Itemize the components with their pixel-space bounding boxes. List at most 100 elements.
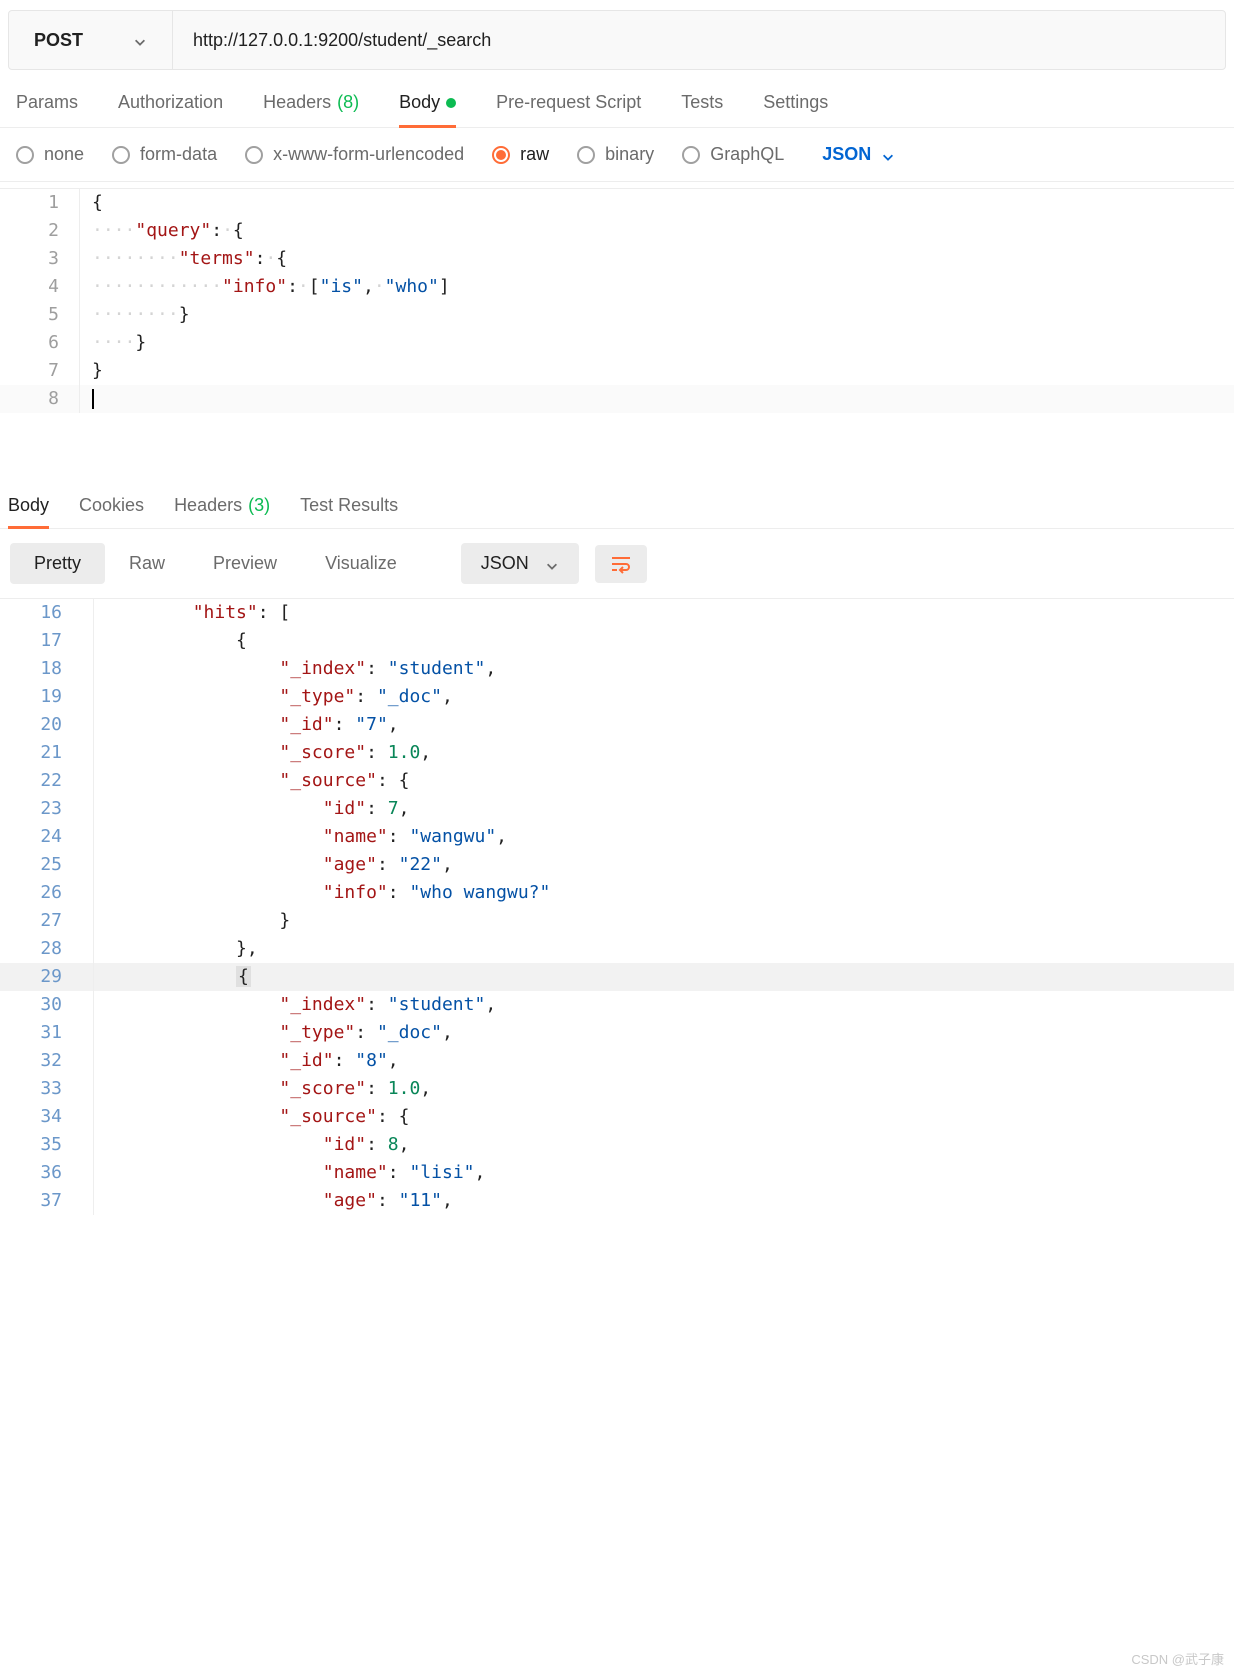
line-number: 30 — [0, 991, 80, 1019]
watermark: CSDN @武子康 — [1131, 1649, 1224, 1668]
fold-gutter[interactable] — [80, 1047, 94, 1075]
line-number: 6 — [0, 329, 80, 357]
response-line: 32 "_id": "8", — [0, 1047, 1234, 1075]
tab-settings[interactable]: Settings — [763, 92, 828, 127]
fold-gutter[interactable] — [80, 739, 94, 767]
response-format-select[interactable]: JSON — [461, 543, 579, 584]
response-body-editor[interactable]: 16 "hits": [17 {18 "_index": "student",1… — [0, 599, 1234, 1215]
line-number: 21 — [0, 739, 80, 767]
response-line: 21 "_score": 1.0, — [0, 739, 1234, 767]
tab-tests[interactable]: Tests — [681, 92, 723, 127]
fold-gutter[interactable] — [80, 1187, 94, 1215]
fold-gutter[interactable] — [80, 1131, 94, 1159]
radio-formdata[interactable]: form-data — [112, 144, 217, 165]
line-number: 20 — [0, 711, 80, 739]
resp-headers-count: (3) — [248, 495, 270, 516]
fold-gutter[interactable] — [80, 1103, 94, 1131]
response-line: 27 } — [0, 907, 1234, 935]
fold-gutter[interactable] — [80, 1019, 94, 1047]
request-body-editor[interactable]: 1{ 2····"query":·{ 3········"terms":·{ 4… — [0, 188, 1234, 413]
response-line: 35 "id": 8, — [0, 1131, 1234, 1159]
response-line: 16 "hits": [ — [0, 599, 1234, 627]
radio-icon — [682, 146, 700, 164]
fold-gutter[interactable] — [80, 963, 94, 991]
text-caret — [92, 389, 94, 409]
body-format-select[interactable]: JSON — [822, 144, 895, 165]
tab-headers[interactable]: Headers (8) — [263, 92, 359, 127]
fold-gutter[interactable] — [80, 935, 94, 963]
response-tabs: Body Cookies Headers (3) Test Results — [0, 473, 1234, 529]
fold-gutter[interactable] — [80, 991, 94, 1019]
code-content: "_type": "_doc", — [94, 1019, 1234, 1047]
url-input[interactable] — [173, 11, 1225, 69]
code-content: "age": "22", — [94, 851, 1234, 879]
tab-params[interactable]: Params — [16, 92, 78, 127]
response-view-row: Pretty Raw Preview Visualize JSON — [0, 529, 1234, 599]
response-line: 20 "_id": "7", — [0, 711, 1234, 739]
fold-gutter[interactable] — [80, 795, 94, 823]
tab-prerequest[interactable]: Pre-request Script — [496, 92, 641, 127]
line-number: 3 — [0, 245, 80, 273]
response-line: 33 "_score": 1.0, — [0, 1075, 1234, 1103]
response-line: 36 "name": "lisi", — [0, 1159, 1234, 1187]
response-line: 18 "_index": "student", — [0, 655, 1234, 683]
request-tabs: Params Authorization Headers (8) Body Pr… — [0, 70, 1234, 128]
fold-gutter[interactable] — [80, 823, 94, 851]
body-type-row: none form-data x-www-form-urlencoded raw… — [0, 128, 1234, 182]
fold-gutter[interactable] — [80, 1075, 94, 1103]
fold-gutter[interactable] — [80, 655, 94, 683]
line-number: 4 — [0, 273, 80, 301]
resp-tab-body[interactable]: Body — [8, 495, 49, 528]
response-line: 37 "age": "11", — [0, 1187, 1234, 1215]
code-content: "name": "lisi", — [94, 1159, 1234, 1187]
code-content: "_type": "_doc", — [94, 683, 1234, 711]
fold-gutter[interactable] — [80, 683, 94, 711]
line-number: 17 — [0, 627, 80, 655]
fold-gutter[interactable] — [80, 1159, 94, 1187]
line-number: 33 — [0, 1075, 80, 1103]
radio-raw[interactable]: raw — [492, 144, 549, 165]
view-visualize[interactable]: Visualize — [301, 543, 421, 584]
wrap-icon — [609, 553, 633, 575]
resp-tab-test-results[interactable]: Test Results — [300, 495, 398, 528]
radio-urlencoded[interactable]: x-www-form-urlencoded — [245, 144, 464, 165]
tab-body-label: Body — [399, 92, 440, 113]
fold-gutter[interactable] — [80, 907, 94, 935]
line-number: 16 — [0, 599, 80, 627]
fold-gutter[interactable] — [80, 767, 94, 795]
code-content: { — [94, 963, 1234, 991]
radio-icon-selected — [492, 146, 510, 164]
fold-gutter[interactable] — [80, 627, 94, 655]
response-line: 34 "_source": { — [0, 1103, 1234, 1131]
resp-tab-headers[interactable]: Headers (3) — [174, 495, 270, 528]
radio-none[interactable]: none — [16, 144, 84, 165]
fold-gutter[interactable] — [80, 599, 94, 627]
code-content: "hits": [ — [94, 599, 1234, 627]
radio-graphql[interactable]: GraphQL — [682, 144, 784, 165]
code-content: "_index": "student", — [94, 991, 1234, 1019]
code-content: "age": "11", — [94, 1187, 1234, 1215]
chevron-down-icon — [133, 33, 147, 47]
code-content: "_index": "student", — [94, 655, 1234, 683]
tab-authorization[interactable]: Authorization — [118, 92, 223, 127]
view-preview[interactable]: Preview — [189, 543, 301, 584]
response-line: 19 "_type": "_doc", — [0, 683, 1234, 711]
code-content: "id": 8, — [94, 1131, 1234, 1159]
response-line: 24 "name": "wangwu", — [0, 823, 1234, 851]
tab-body[interactable]: Body — [399, 92, 456, 127]
http-method-select[interactable]: POST — [9, 11, 173, 69]
resp-tab-cookies[interactable]: Cookies — [79, 495, 144, 528]
code-content: "_score": 1.0, — [94, 739, 1234, 767]
line-number: 1 — [0, 189, 80, 217]
wrap-lines-button[interactable] — [595, 545, 647, 583]
view-raw[interactable]: Raw — [105, 543, 189, 584]
response-line: 17 { — [0, 627, 1234, 655]
response-line: 28 }, — [0, 935, 1234, 963]
code-content: "_id": "7", — [94, 711, 1234, 739]
view-pretty[interactable]: Pretty — [10, 543, 105, 584]
fold-gutter[interactable] — [80, 711, 94, 739]
code-content: "_id": "8", — [94, 1047, 1234, 1075]
radio-binary[interactable]: binary — [577, 144, 654, 165]
fold-gutter[interactable] — [80, 879, 94, 907]
fold-gutter[interactable] — [80, 851, 94, 879]
